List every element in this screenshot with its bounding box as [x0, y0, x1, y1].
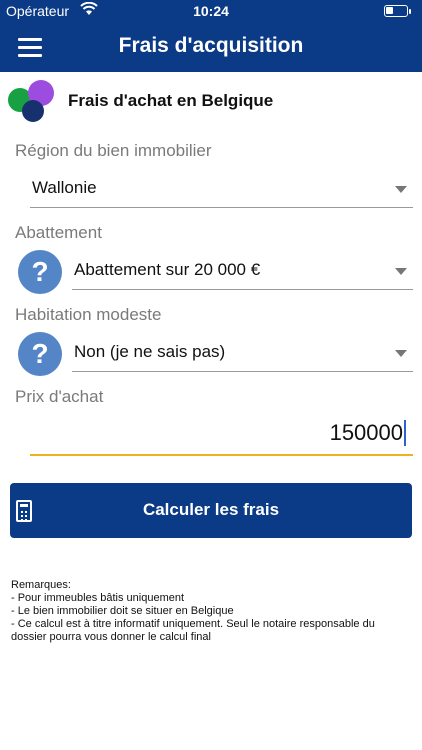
prix-input[interactable]: 150000 — [30, 412, 413, 456]
nav-bar: Frais d'acquisition — [0, 22, 422, 72]
calculate-button-label: Calculer les frais — [142, 500, 280, 519]
abattement-help-icon[interactable]: ? — [18, 250, 62, 294]
region-value: Wallonie — [32, 178, 97, 197]
remarks: Remarques: - Pour immeubles bâtis unique… — [11, 579, 411, 644]
habitation-select[interactable]: Non (je ne sais pas) — [72, 332, 413, 372]
habitation-help-icon[interactable]: ? — [18, 332, 62, 376]
page-title: Frais d'acquisition — [118, 34, 304, 57]
text-cursor — [404, 420, 406, 446]
chevron-down-icon — [395, 268, 407, 275]
remark-item: - Ce calcul est à titre informatif uniqu… — [11, 618, 375, 643]
brand-title: Frais d'achat en Belgique — [68, 91, 274, 110]
region-select[interactable]: Wallonie — [30, 168, 413, 208]
abattement-label: Abattement — [15, 223, 102, 242]
abattement-value: Abattement sur 20 000 € — [74, 260, 261, 279]
remark-item: - Pour immeubles bâtis uniquement — [11, 592, 185, 604]
prix-label: Prix d'achat — [15, 387, 104, 406]
remarks-title: Remarques: — [11, 579, 71, 591]
battery-icon — [384, 5, 411, 17]
top-bar: Opérateur 10:24 Frais d'acquisition — [0, 0, 422, 72]
status-time: 10:24 — [193, 3, 229, 19]
chevron-down-icon — [395, 350, 407, 357]
status-bar: Opérateur 10:24 — [0, 0, 422, 22]
remark-item: - Le bien immobilier doit se situer en B… — [11, 605, 234, 617]
chevron-down-icon — [395, 186, 407, 193]
region-label: Région du bien immobilier — [15, 141, 212, 160]
habitation-value: Non (je ne sais pas) — [74, 342, 226, 361]
logo-circle-navy — [22, 100, 44, 122]
brand-logo — [8, 80, 56, 124]
calculate-button[interactable]: Calculer les frais — [10, 483, 412, 538]
brand-header: Frais d'achat en Belgique — [8, 80, 414, 124]
abattement-select[interactable]: Abattement sur 20 000 € — [72, 250, 413, 290]
habitation-label: Habitation modeste — [15, 305, 162, 324]
prix-value: 150000 — [329, 420, 403, 445]
